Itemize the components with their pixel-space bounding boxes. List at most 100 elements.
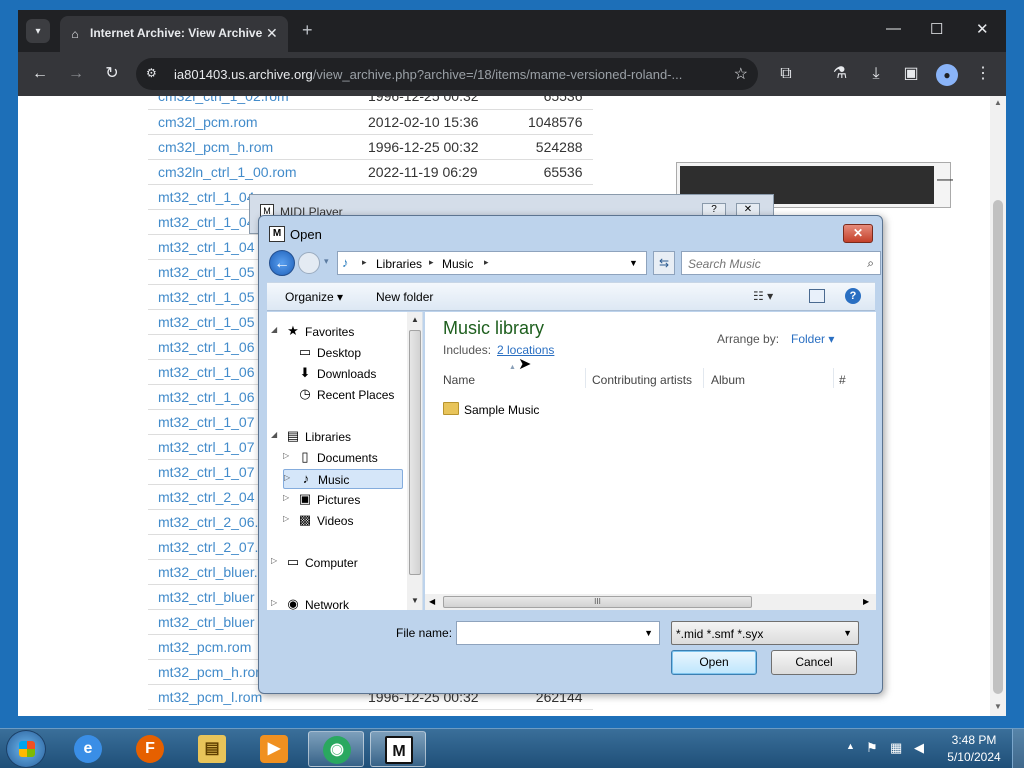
nav-tree-item-documents[interactable]: ▷ ▯ Documents bbox=[283, 448, 403, 468]
folder-name[interactable]: Sample Music bbox=[464, 403, 539, 417]
nav-tree-item-recent-places[interactable]: ◷ Recent Places bbox=[283, 385, 403, 405]
organize-button[interactable]: Organize ▾ bbox=[285, 290, 343, 304]
nav-pane-scrollbar[interactable]: ▲ ▼ bbox=[407, 312, 422, 610]
column-header-number[interactable]: # bbox=[839, 373, 846, 387]
scroll-thumb[interactable] bbox=[993, 200, 1003, 694]
minimize-icon[interactable]: — bbox=[937, 171, 953, 189]
taskbar-firefox-button[interactable]: F bbox=[122, 731, 178, 767]
horizontal-scrollbar[interactable]: ◀ III ▶ bbox=[425, 594, 876, 610]
nav-tree-item-desktop[interactable]: ▭ Desktop bbox=[283, 343, 403, 363]
tree-expander-icon[interactable]: ◢ bbox=[271, 325, 281, 334]
arrange-by-dropdown[interactable]: Folder ▾ bbox=[791, 332, 834, 346]
scroll-right-icon[interactable]: ▶ bbox=[863, 597, 869, 606]
dialog-close-button[interactable]: ✕ bbox=[843, 224, 873, 243]
tab-close-icon[interactable]: ✕ bbox=[266, 25, 278, 42]
forward-arrow-icon[interactable] bbox=[298, 252, 320, 274]
taskbar-media-player-button[interactable]: ▶ bbox=[246, 731, 302, 767]
labs-flask-icon[interactable]: ⚗ bbox=[829, 64, 851, 84]
taskbar-windows-explorer-button[interactable]: ▤ bbox=[184, 731, 240, 767]
taskbar-midi-player-button[interactable]: M bbox=[370, 731, 426, 767]
search-box[interactable]: ⌕ bbox=[681, 251, 881, 275]
minimize-button[interactable]: — bbox=[886, 20, 901, 37]
address-dropdown-icon[interactable]: ▼ bbox=[629, 258, 638, 268]
refresh-icon[interactable]: ⇆ bbox=[653, 251, 675, 275]
change-view-icon[interactable]: ☷ ▾ bbox=[753, 289, 773, 303]
volume-muted-icon[interactable]: ◀ bbox=[914, 740, 924, 756]
scroll-left-icon[interactable]: ◀ bbox=[429, 597, 435, 606]
nav-tree-item-computer[interactable]: ▷ ▭ Computer bbox=[271, 553, 403, 573]
reload-icon[interactable]: ↻ bbox=[101, 64, 123, 84]
column-divider[interactable] bbox=[585, 368, 586, 388]
scroll-down-icon[interactable]: ▼ bbox=[994, 702, 1002, 711]
extensions-puzzle-icon[interactable]: ⧉ bbox=[775, 64, 797, 84]
open-button[interactable]: Open bbox=[671, 650, 757, 675]
breadcrumb-libraries[interactable]: Libraries bbox=[376, 257, 422, 271]
chevron-down-icon[interactable]: ▼ bbox=[843, 628, 852, 638]
breadcrumb-music[interactable]: Music bbox=[442, 257, 473, 271]
file-name-link[interactable]: cm32l_ctrl_1_02.rom bbox=[148, 96, 358, 110]
start-button[interactable] bbox=[6, 730, 46, 768]
file-name-combobox[interactable]: ▼ bbox=[456, 621, 660, 645]
help-icon[interactable]: ? bbox=[845, 288, 861, 304]
search-icon[interactable]: ⌕ bbox=[867, 256, 874, 271]
nav-tree-item-pictures[interactable]: ▷ ▣ Pictures bbox=[283, 490, 403, 510]
column-divider[interactable] bbox=[833, 368, 834, 388]
nav-tree-item-music[interactable]: ▷ ♪ Music bbox=[283, 469, 403, 489]
file-name-link[interactable]: cm32l_pcm_h.rom bbox=[148, 134, 358, 160]
taskbar-chrome-button[interactable]: ◉ bbox=[308, 731, 364, 767]
file-name-input[interactable] bbox=[461, 625, 631, 642]
show-hidden-icons-icon[interactable]: ▲ bbox=[846, 741, 855, 751]
tree-expander-icon[interactable]: ▷ bbox=[283, 514, 293, 523]
recent-locations-dropdown-icon[interactable]: ▾ bbox=[324, 256, 329, 267]
bookmark-star-icon[interactable]: ☆ bbox=[734, 64, 748, 84]
tree-expander-icon[interactable]: ◢ bbox=[271, 430, 281, 439]
side-panel-icon[interactable]: ▣ bbox=[900, 64, 922, 84]
action-center-flag-icon[interactable]: ⚑ bbox=[866, 740, 878, 756]
column-header-contributing-artists[interactable]: Contributing artists bbox=[592, 373, 692, 387]
nav-tree-item-libraries[interactable]: ◢ ▤ Libraries bbox=[271, 427, 403, 447]
download-icon[interactable]: ⤓ bbox=[865, 64, 887, 84]
scroll-up-icon[interactable]: ▲ bbox=[411, 315, 419, 324]
tab-search-button[interactable]: ▾ bbox=[26, 19, 50, 43]
back-arrow-icon[interactable]: ← bbox=[269, 250, 295, 276]
file-name-link[interactable]: cm32l_pcm.rom bbox=[148, 109, 358, 135]
site-info-icon[interactable]: ⚙ bbox=[146, 66, 157, 80]
column-divider[interactable] bbox=[703, 368, 704, 388]
breadcrumb-separator-icon[interactable]: ▸ bbox=[429, 257, 434, 268]
tree-expander-icon[interactable]: ▷ bbox=[271, 598, 281, 607]
nav-tree-item-downloads[interactable]: ⬇ Downloads bbox=[283, 364, 403, 384]
tree-expander-icon[interactable]: ▷ bbox=[271, 556, 281, 565]
nav-tree-item-network[interactable]: ▷ ◉ Network bbox=[271, 595, 403, 610]
taskbar-internet-explorer-button[interactable]: e bbox=[60, 731, 116, 767]
address-bar[interactable]: ⚙ ia801403.us.archive.org/view_archive.p… bbox=[136, 58, 758, 90]
new-folder-button[interactable]: New folder bbox=[376, 290, 433, 304]
chevron-down-icon[interactable]: ▼ bbox=[644, 628, 653, 638]
search-input[interactable] bbox=[688, 255, 858, 272]
breadcrumb-separator-icon[interactable]: ▸ bbox=[362, 257, 367, 268]
forward-arrow-icon[interactable]: → bbox=[65, 64, 87, 84]
file-type-dropdown[interactable]: *.mid *.smf *.syx ▼ bbox=[671, 621, 859, 645]
maximize-button[interactable]: ☐ bbox=[930, 20, 943, 38]
tree-expander-icon[interactable]: ▷ bbox=[283, 451, 293, 460]
column-header-name[interactable]: Name bbox=[443, 373, 475, 387]
cancel-button[interactable]: Cancel bbox=[771, 650, 857, 675]
horizontal-scroll-thumb[interactable]: III bbox=[443, 596, 752, 608]
back-arrow-icon[interactable]: ← bbox=[29, 64, 51, 84]
url-text[interactable]: ia801403.us.archive.org/view_archive.php… bbox=[174, 67, 682, 82]
nav-tree-item-favorites[interactable]: ◢ ★ Favorites bbox=[271, 322, 403, 342]
file-name-link[interactable]: cm32ln_ctrl_1_00.rom bbox=[148, 159, 358, 185]
active-tab[interactable]: ⌂ Internet Archive: View Archive ✕ bbox=[60, 16, 288, 52]
column-header-album[interactable]: Album bbox=[711, 373, 745, 387]
nav-tree-item-videos[interactable]: ▷ ▩ Videos bbox=[283, 511, 403, 531]
scroll-up-icon[interactable]: ▲ bbox=[994, 98, 1002, 107]
profile-avatar-icon[interactable]: ● bbox=[936, 64, 958, 86]
nav-pane-scroll-thumb[interactable] bbox=[409, 330, 421, 575]
clock-date[interactable]: 5/10/2024 bbox=[944, 750, 1004, 764]
show-desktop-button[interactable] bbox=[1012, 729, 1024, 768]
kebab-menu-icon[interactable]: ⋮ bbox=[972, 64, 994, 84]
tree-expander-icon[interactable]: ▷ bbox=[283, 493, 293, 502]
breadcrumb-separator-icon[interactable]: ▸ bbox=[484, 257, 489, 268]
clock-time[interactable]: 3:48 PM bbox=[944, 733, 1004, 747]
preview-pane-icon[interactable] bbox=[809, 289, 825, 303]
close-window-button[interactable]: ✕ bbox=[976, 20, 989, 38]
